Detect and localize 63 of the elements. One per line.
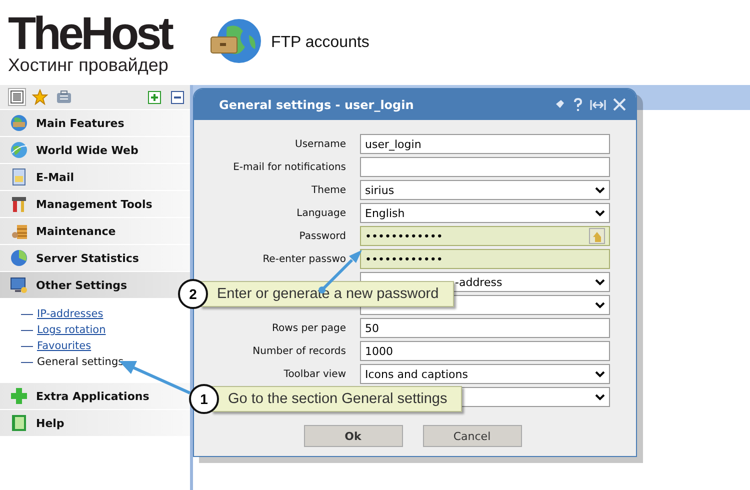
logo-subtitle: Хостинг провайдер (8, 54, 170, 74)
globe-drawer-icon (10, 114, 28, 132)
sidebar-section[interactable]: E-Mail (0, 164, 190, 190)
field-label: E-mail for notifications (232, 162, 347, 172)
list-icon[interactable] (8, 88, 26, 106)
caret-icon (595, 278, 605, 286)
sidebar-link[interactable]: IP-addresses (21, 306, 104, 322)
callout-tooltip: Enter or generate a new password (200, 281, 454, 307)
field-label: Theme (310, 184, 347, 196)
logo-title: TheHost (8, 10, 172, 54)
dropdown[interactable]: sirius (360, 180, 610, 200)
caret-icon (595, 210, 605, 216)
sidebar-section[interactable]: Main Features (0, 110, 190, 136)
tools-icon (10, 195, 28, 213)
expand-all-icon[interactable] (148, 90, 161, 104)
help-icon (10, 414, 28, 432)
plus-icon (10, 387, 28, 405)
cancel-button[interactable]: Cancel (422, 425, 522, 447)
field-label: Rows per page (271, 322, 347, 334)
sidebar-link[interactable]: Logs rotation (21, 322, 106, 338)
page-title: FTP accounts (271, 34, 370, 52)
field-label: Password (298, 230, 347, 242)
dropdown[interactable]: English (360, 203, 610, 223)
sidebar-link[interactable]: General settings (21, 354, 124, 370)
ok-button[interactable]: Ok (304, 425, 402, 447)
briefcase-icon[interactable] (54, 88, 74, 106)
sidebar-section[interactable]: Extra Applications (0, 383, 190, 409)
dialog-title: General settings - user_login (219, 98, 414, 112)
field-label: Username (294, 138, 347, 150)
field-label: Number of records (252, 346, 347, 356)
caret-icon (595, 370, 605, 378)
sidebar-link[interactable]: Favourites (21, 338, 92, 354)
collapse-all-icon[interactable] (171, 90, 184, 104)
input-field[interactable]: •••••••••••• (360, 226, 610, 246)
input-field[interactable]: user_login (360, 134, 610, 154)
sidebar-section[interactable]: Other Settings (0, 272, 190, 298)
sidebar-section[interactable]: Help (0, 410, 190, 436)
help-icon[interactable] (573, 98, 583, 112)
monitor-icon (10, 276, 28, 294)
caret-icon (595, 186, 605, 194)
generate-password-icon[interactable] (589, 228, 605, 244)
input-field[interactable] (360, 157, 610, 177)
sidebar-section[interactable]: Management Tools (0, 191, 190, 217)
field-label: Language (296, 208, 347, 218)
sidebar-section[interactable]: Maintenance (0, 218, 190, 244)
field-label: Toolbar view (282, 368, 347, 380)
globe-icon (10, 141, 28, 159)
close-icon[interactable] (613, 98, 626, 111)
dropdown[interactable]: Icons and captions (360, 364, 610, 384)
callout-tooltip: Go to the section General settings (211, 386, 462, 412)
input-field[interactable]: 50 (360, 318, 610, 338)
sidebar-section[interactable]: Server Statistics (0, 245, 190, 271)
bricks-icon (10, 222, 28, 240)
caret-icon (595, 302, 605, 308)
field-label: Re-enter passwo (262, 254, 347, 264)
pie-chart-icon (10, 249, 28, 267)
star-icon[interactable] (30, 87, 50, 107)
input-field[interactable]: •••••••••••• (360, 249, 610, 269)
sidebar-section[interactable]: World Wide Web (0, 137, 190, 163)
input-field[interactable]: 1000 (360, 341, 610, 361)
expand-icon[interactable] (590, 98, 606, 110)
mail-icon (10, 168, 28, 186)
caret-icon (595, 394, 605, 400)
